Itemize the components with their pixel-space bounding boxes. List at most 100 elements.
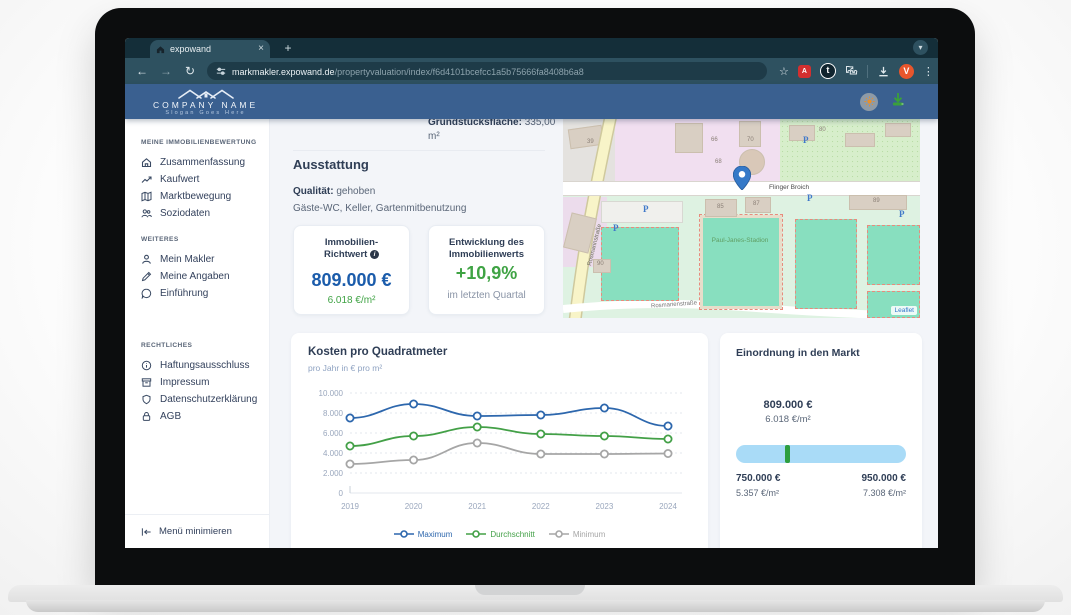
map-sports-field <box>795 219 857 309</box>
new-tab-button[interactable]: + <box>280 41 296 57</box>
entwicklung-card: Entwicklung des Immobilienwerts +10,9% i… <box>428 225 545 315</box>
sidebar-item-meine-angaben[interactable]: Meine Angaben <box>141 268 269 285</box>
house-number: 68 <box>715 159 722 165</box>
sidebar-item-einfuehrung[interactable]: Einführung <box>141 285 269 302</box>
browser-profile-avatar[interactable]: V <box>899 64 914 79</box>
svg-text:4.000: 4.000 <box>323 449 344 458</box>
sidebar-item-impressum[interactable]: Impressum <box>141 374 269 391</box>
stadium-label: Paul-Janes-Stadion <box>705 237 775 245</box>
home-favicon-icon <box>156 45 165 54</box>
legend-item-maximum[interactable]: Maximum <box>394 529 453 539</box>
legend-item-durchschnitt[interactable]: Durchschnitt <box>466 529 534 539</box>
pen-icon <box>141 271 152 282</box>
trend-up-icon <box>141 174 152 185</box>
forward-button[interactable]: → <box>159 64 173 78</box>
sidebar-item-mein-makler[interactable]: Mein Makler <box>141 251 269 268</box>
main-panel: Grundstücksfläche: 335,00 m² <box>270 119 938 548</box>
section-title-ausstattung: Ausstattung <box>293 157 369 172</box>
market-range-bar <box>736 445 906 463</box>
pdf-extension-icon[interactable]: A <box>798 65 811 78</box>
laptop-base-notch <box>475 585 585 595</box>
map-pin-icon[interactable] <box>733 166 751 190</box>
house-number: 90 <box>597 261 604 267</box>
richtwert-value: 809.000 € <box>294 270 409 291</box>
browser-tab[interactable]: expowand × <box>150 40 270 58</box>
svg-text:6.000: 6.000 <box>323 429 344 438</box>
richtwert-card: Immobilien- Richtwert i 809.000 € 6.018 … <box>293 225 410 315</box>
svg-text:8.000: 8.000 <box>323 409 344 418</box>
laptop-base-lip <box>26 600 1045 612</box>
house-number: 39 <box>587 139 594 145</box>
map-track-building <box>601 201 683 223</box>
laptop-screen: expowand × + ▾ ← → ↻ markmakler.expowand… <box>125 38 938 548</box>
house-number: 85 <box>717 204 724 210</box>
sidebar-item-agb[interactable]: AGB <box>141 408 269 425</box>
tab-search-chevron-icon[interactable]: ▾ <box>913 40 928 55</box>
reload-button[interactable]: ↻ <box>183 64 197 78</box>
house-number: 87 <box>753 201 760 207</box>
home-icon <box>141 157 152 168</box>
chart-subtitle: pro Jahr in € pro m² <box>308 363 382 373</box>
app-header: COMPANY NAME Slogan Goes Here <box>125 84 938 119</box>
browser-menu-icon[interactable]: ⋮ <box>923 65 934 78</box>
user-icon <box>141 254 152 265</box>
parking-icon: P <box>643 204 649 214</box>
property-area-row: Grundstücksfläche: 335,00 m² <box>428 116 555 144</box>
richtwert-card-title: Immobilien- Richtwert i <box>294 237 409 261</box>
info-icon[interactable]: i <box>370 250 379 259</box>
map[interactable]: Flinger Broich Rosmarinstraße Rosmariens… <box>563 119 920 318</box>
area-unit: m² <box>428 130 555 144</box>
quality-row: Qualität: gehoben <box>293 186 375 197</box>
entwicklung-caption: im letzten Quartal <box>429 290 544 301</box>
back-button[interactable]: ← <box>135 64 149 78</box>
tab-close-icon[interactable]: × <box>258 44 264 54</box>
shield-icon <box>141 394 152 405</box>
parking-icon: P <box>803 135 809 145</box>
legend-item-minimum[interactable]: Minimum <box>549 529 605 539</box>
sidebar-item-zusammenfassung[interactable]: Zusammenfassung <box>141 154 269 171</box>
market-range-labels: 750.000 € 5.357 €/m² 950.000 € 7.308 €/m… <box>736 473 906 498</box>
svg-text:2021: 2021 <box>468 502 486 511</box>
bookmark-star-icon[interactable]: ☆ <box>779 65 789 78</box>
sidebar-item-kaufwert[interactable]: Kaufwert <box>141 171 269 188</box>
company-slogan: Slogan Goes Here <box>165 111 245 117</box>
chart-title: Kosten pro Quadratmeter <box>308 346 447 358</box>
map-attribution[interactable]: Leaflet <box>891 306 917 315</box>
map-sports-field <box>601 227 679 301</box>
collapse-menu-icon <box>141 527 152 537</box>
sidebar-item-marktbewegung[interactable]: Marktbewegung <box>141 188 269 205</box>
parking-icon: P <box>613 223 619 233</box>
tune-icon <box>216 66 226 76</box>
market-title: Einordnung in den Markt <box>736 347 860 359</box>
tab-title: expowand <box>170 44 253 54</box>
svg-text:2023: 2023 <box>596 502 614 511</box>
sidebar-item-datenschutz[interactable]: Datenschutzerklärung <box>141 391 269 408</box>
sidebar-section-title: RECHTLICHES <box>141 342 269 349</box>
entwicklung-card-title: Entwicklung des Immobilienwerts <box>429 237 544 261</box>
extensions-puzzle-icon[interactable] <box>845 65 858 78</box>
svg-text:2022: 2022 <box>532 502 550 511</box>
divider <box>293 150 545 151</box>
svg-text:0: 0 <box>339 489 344 498</box>
download-report-icon[interactable] <box>890 91 906 112</box>
extension-t-icon[interactable]: t <box>820 63 836 79</box>
menu-minimize-button[interactable]: Menü minimieren <box>125 514 270 548</box>
svg-text:10.000: 10.000 <box>319 389 344 398</box>
browser-tab-strip: expowand × + ▾ <box>125 38 938 58</box>
chart-legend: Maximum Durchschnitt Minimum <box>291 529 708 539</box>
settings-sun-icon[interactable] <box>860 93 878 111</box>
sidebar-item-soziodaten[interactable]: Soziodaten <box>141 205 269 222</box>
market-card: Einordnung in den Markt 809.000 € 6.018 … <box>720 333 922 548</box>
market-current-value: 809.000 € 6.018 €/m² <box>720 399 856 425</box>
downloads-icon[interactable] <box>877 65 890 78</box>
svg-text:2019: 2019 <box>341 502 359 511</box>
richtwert-per-sqm: 6.018 €/m² <box>294 295 409 306</box>
address-bar[interactable]: markmakler.expowand.de/propertyvaluation… <box>207 62 767 80</box>
roofs-logo-icon <box>177 87 235 100</box>
sidebar-section-title: WEITERES <box>141 236 269 243</box>
url-host: markmakler.expowand.de <box>232 67 335 77</box>
sidebar-item-haftungsausschluss[interactable]: Haftungsausschluss <box>141 357 269 374</box>
map-stadium-field <box>700 215 782 309</box>
entwicklung-value: +10,9% <box>429 263 544 284</box>
page-content: MEINE IMMOBILIENBEWERTUNG Zusammenfassun… <box>125 119 938 548</box>
